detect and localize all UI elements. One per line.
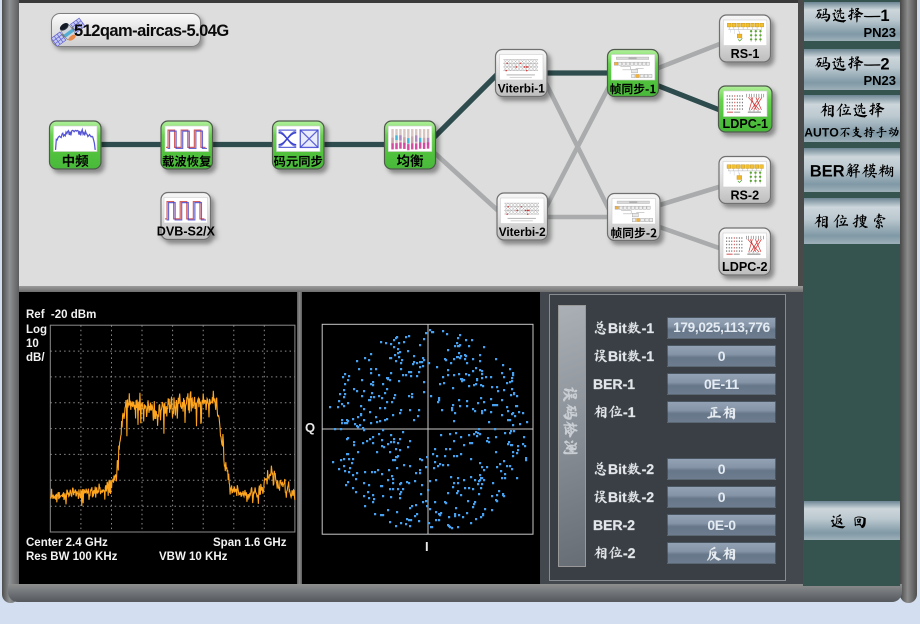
svg-text:Viterbi-1: Viterbi-1 bbox=[498, 81, 545, 95]
svg-text:LDPC-1: LDPC-1 bbox=[723, 117, 768, 131]
svg-text:LDPC-2: LDPC-2 bbox=[722, 260, 767, 274]
svg-text:Viterbi-2: Viterbi-2 bbox=[499, 225, 546, 239]
svg-text:RS-1: RS-1 bbox=[731, 47, 760, 61]
svg-text:DVB-S2/X: DVB-S2/X bbox=[157, 224, 216, 238]
svg-text:RS-2: RS-2 bbox=[730, 188, 759, 202]
